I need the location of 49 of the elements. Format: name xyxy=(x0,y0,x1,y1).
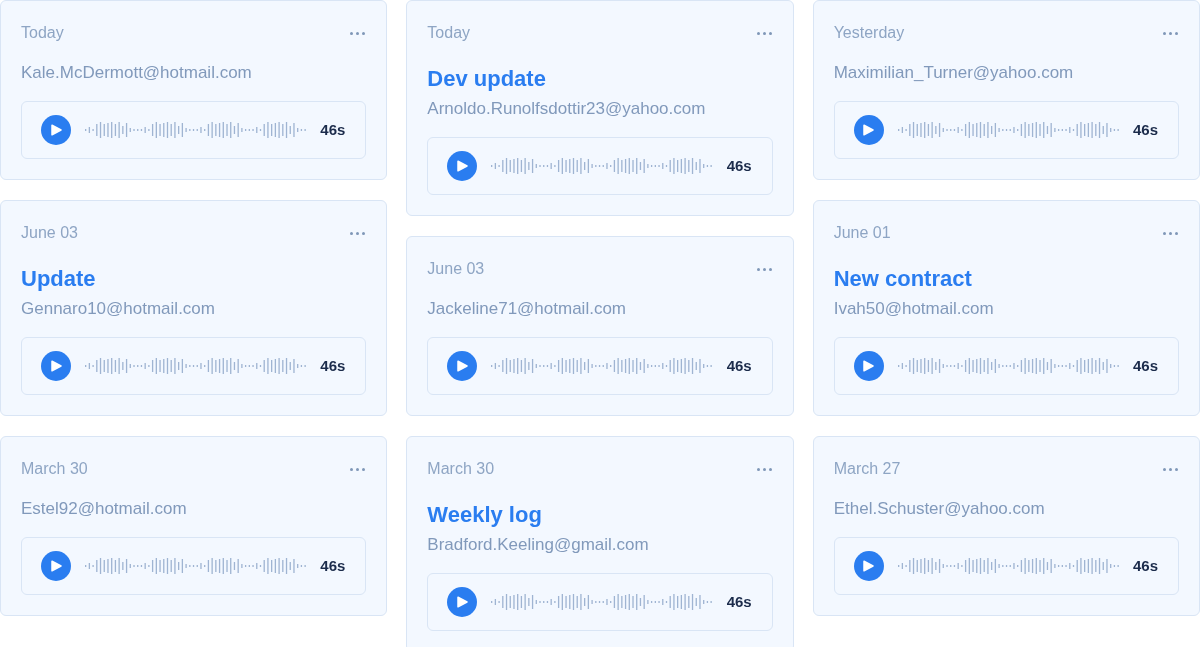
play-icon xyxy=(50,124,62,136)
duration-label: 46s xyxy=(320,555,346,576)
play-icon xyxy=(456,160,468,172)
date-label: June 01 xyxy=(833,223,891,243)
card-title: Dev update xyxy=(427,65,547,93)
play-button[interactable] xyxy=(853,351,884,381)
play-button[interactable] xyxy=(447,587,478,617)
duration-label: 46s xyxy=(726,355,752,376)
sender-email: Maximilian_Turner@yahoo.com xyxy=(833,62,1075,84)
date-label: Today xyxy=(21,23,64,43)
date-label: Yesterday xyxy=(833,23,905,43)
play-icon xyxy=(456,360,468,372)
play-button[interactable] xyxy=(41,551,71,581)
sender-email: Bradford.Keeling@gmail.com xyxy=(427,534,650,556)
play-icon xyxy=(50,560,62,572)
duration-label: 46s xyxy=(726,591,752,612)
play-icon xyxy=(863,124,875,136)
play-button[interactable] xyxy=(41,115,71,145)
play-button[interactable] xyxy=(853,115,884,145)
play-icon xyxy=(863,360,875,372)
duration-label: 46s xyxy=(320,119,346,140)
card-title: New contract xyxy=(833,265,973,293)
duration-label: 46s xyxy=(726,155,752,176)
sender-email: Kale.McDermott@hotmail.com xyxy=(21,62,253,84)
play-button[interactable] xyxy=(41,351,71,381)
duration-label: 46s xyxy=(1132,555,1158,576)
date-label: Today xyxy=(427,23,471,43)
duration-label: 46s xyxy=(1132,355,1158,376)
play-button[interactable] xyxy=(853,551,884,581)
date-label: March 27 xyxy=(833,459,901,479)
sender-email: Estel92@hotmail.com xyxy=(21,498,188,520)
duration-label: 46s xyxy=(1132,119,1158,140)
sender-email: Gennaro10@hotmail.com xyxy=(21,298,216,320)
card-title: Weekly log xyxy=(427,501,543,529)
date-label: March 30 xyxy=(427,459,495,479)
date-label: March 30 xyxy=(21,459,88,479)
date-label: June 03 xyxy=(21,223,78,243)
sender-email: Arnoldo.Runolfsdottir23@yahoo.com xyxy=(427,98,707,120)
play-icon xyxy=(456,596,468,608)
play-icon xyxy=(863,560,875,572)
card-title: Update xyxy=(21,265,97,293)
play-button[interactable] xyxy=(447,151,478,181)
date-label: June 03 xyxy=(427,259,485,279)
sender-email: Ethel.Schuster@yahoo.com xyxy=(833,498,1046,520)
play-icon xyxy=(50,360,62,372)
sender-email: Jackeline71@hotmail.com xyxy=(427,298,627,320)
sender-email: Ivah50@hotmail.com xyxy=(833,298,995,320)
play-button[interactable] xyxy=(447,351,478,381)
duration-label: 46s xyxy=(320,355,346,376)
